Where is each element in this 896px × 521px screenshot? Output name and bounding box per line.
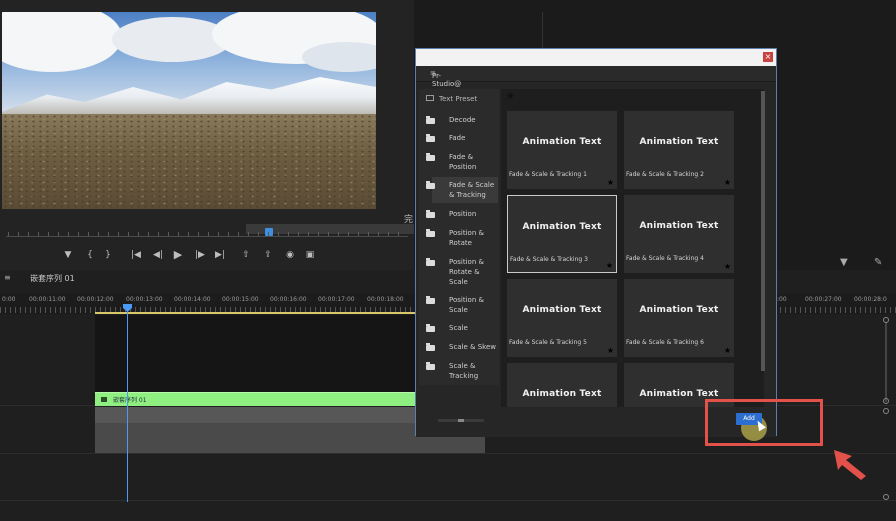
timecode: 00:00:18:00 [367, 296, 404, 303]
timecode: 00:00:15:00 [222, 296, 259, 303]
annotation-arrow-icon [834, 450, 866, 480]
folder-position-rotate-scale[interactable]: Position & Rotate & Scale [449, 257, 489, 287]
panel-menu-icon[interactable]: ≡ [4, 273, 11, 282]
star-icon[interactable]: ★ [724, 178, 731, 187]
folder-scale-tracking[interactable]: Scale & Tracking [449, 361, 497, 381]
star-icon[interactable]: ★ [607, 346, 614, 355]
folder-icon [426, 296, 435, 304]
folder-decode[interactable]: Decode [449, 115, 497, 125]
go-to-in-icon[interactable]: |◀ [128, 246, 144, 264]
export-frame-icon[interactable]: ◉ [282, 246, 298, 264]
extract-icon[interactable]: ⇪ [260, 246, 276, 264]
folder-icon [426, 153, 435, 161]
star-icon[interactable]: ★ [607, 178, 614, 187]
folder-scale-skew[interactable]: Scale & Skew [449, 342, 497, 352]
folder-icon [426, 362, 435, 370]
transport-controls: ▼ { } |◀ ◀| ▶ |▶ ▶| ⇧ ⇪ ◉ ▣ [0, 246, 414, 264]
play-icon[interactable]: ▶ [170, 246, 186, 264]
annotation-highlight-box [705, 399, 823, 446]
dialog-titlebar[interactable]: × [416, 49, 776, 66]
preset-card[interactable]: Animation Text Fade & Scale & Tracking 1… [507, 111, 617, 189]
scroll-handle[interactable] [883, 494, 889, 500]
work-area-bar[interactable] [95, 312, 415, 314]
video-preview [2, 12, 376, 209]
preset-card[interactable]: Animation Text Fade & Scale & Tracking 4… [624, 195, 734, 273]
timecode: 00:00:17:00 [318, 296, 355, 303]
timecode: 00:00:27:00 [805, 296, 842, 303]
folder-scale[interactable]: Scale [449, 323, 497, 333]
folder-icon [426, 210, 435, 218]
close-button[interactable]: × [763, 52, 773, 62]
folder-fade-scale-tracking[interactable]: Fade & Scale & Tracking [449, 180, 497, 200]
folder-icon [426, 343, 435, 351]
go-to-out-icon[interactable]: ▶| [212, 246, 228, 264]
playhead-marker[interactable] [265, 228, 273, 236]
monitor-scrubber[interactable] [0, 222, 414, 240]
folder-position-scale[interactable]: Position & Scale [449, 295, 497, 315]
favorite-star-icon[interactable]: ★ [506, 91, 515, 102]
timecode: 00:00:12:00 [77, 296, 114, 303]
wrench-icon[interactable]: ✎ [874, 257, 882, 268]
premiere-workspace: 完 ▼ { } |◀ ◀| ▶ |▶ ▶| ⇧ ⇪ ◉ ▣ ▼ ✎ ≡ 嵌套序列… [0, 0, 896, 521]
clip-label: 嵌套序列 01 [113, 397, 147, 404]
folder-fade[interactable]: Fade [449, 133, 497, 143]
step-back-icon[interactable]: ◀| [150, 246, 166, 264]
comparison-icon[interactable]: ▣ [302, 246, 318, 264]
clip-fx-icon [101, 397, 107, 402]
timecode: 00:00:11:00 [29, 296, 66, 303]
folder-icon [426, 324, 435, 332]
vertical-scrollbar[interactable] [885, 322, 887, 402]
filter-icon[interactable]: ▼ [840, 257, 848, 268]
scroll-handle[interactable] [883, 408, 889, 414]
folder-icon [426, 258, 435, 266]
folder-position[interactable]: Position [449, 209, 497, 219]
preset-icon [426, 95, 434, 101]
horizontal-scrollbar[interactable] [438, 419, 484, 422]
program-monitor: 完 ▼ { } |◀ ◀| ▶ |▶ ▶| ⇧ ⇪ ◉ ▣ [0, 0, 414, 270]
folder-position-rotate[interactable]: Position & Rotate [449, 228, 497, 248]
folder-icon [426, 229, 435, 237]
star-icon[interactable]: ★ [724, 262, 731, 271]
timecode: 00:00:14:00 [174, 296, 211, 303]
lift-icon[interactable]: ⇧ [238, 246, 254, 264]
preset-sidebar: Text Preset Decode Fade Fade & Position … [419, 89, 499, 385]
dialog-header: Pr-Studio@微信公众号: 后期大侠≡ [416, 66, 776, 117]
mark-in-icon[interactable]: { [82, 246, 98, 264]
scroll-handle[interactable] [883, 398, 889, 404]
scroll-handle[interactable] [883, 317, 889, 323]
timecode: 00:00:13:00 [126, 296, 163, 303]
folder-icon [426, 181, 435, 189]
star-icon[interactable]: ★ [724, 346, 731, 355]
preset-card[interactable]: Animation Text Fade & Scale & Tracking 6… [624, 279, 734, 357]
step-forward-icon[interactable]: |▶ [192, 246, 208, 264]
timecode: 0:00 [2, 296, 16, 303]
star-icon[interactable]: ★ [606, 261, 613, 270]
playhead-line [127, 306, 128, 502]
folder-fade-position[interactable]: Fade & Position [449, 152, 497, 172]
marker-icon[interactable]: ▼ [60, 246, 76, 264]
preset-grid: ★ Animation Text Fade & Scale & Tracking… [501, 89, 764, 407]
nested-sequence-clip[interactable]: 嵌套序列 01 [95, 392, 415, 406]
timecode: :00 [777, 296, 787, 303]
grid-scrollbar[interactable] [761, 91, 765, 371]
preset-card-selected[interactable]: Animation Text Fade & Scale & Tracking 3… [507, 195, 617, 273]
sidebar-title: Text Preset [426, 95, 477, 103]
pr-studio-dialog: × Pr-Studio@微信公众号: 后期大侠≡ Text Preset Dec… [415, 48, 777, 441]
folder-icon [426, 134, 435, 142]
mark-out-icon[interactable]: } [100, 246, 116, 264]
timecode: 00:00:16:00 [270, 296, 307, 303]
tab-sequence[interactable]: 嵌套序列 01 [30, 273, 75, 284]
timecode: 00:00:28:0 [854, 296, 887, 303]
folder-icon [426, 116, 435, 124]
preset-card[interactable]: Animation Text Fade & Scale & Tracking 2… [624, 111, 734, 189]
preset-card[interactable]: Animation Text Fade & Scale & Tracking 5… [507, 279, 617, 357]
preset-card[interactable]: Animation Text [507, 363, 617, 407]
